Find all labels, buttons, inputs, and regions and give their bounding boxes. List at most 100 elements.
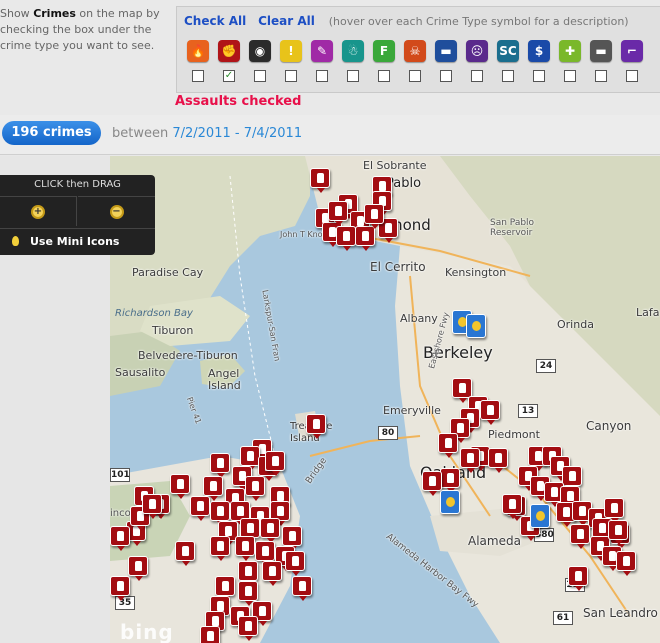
instructions-text: Show Crimes on the map by checking the b… xyxy=(0,7,160,52)
disturbing-peace-icon[interactable]: ! xyxy=(280,40,302,62)
crime-types-panel: Check All Clear All (hover over each Cri… xyxy=(176,6,660,93)
map-control-panel: CLICK then DRAG + − Use Mini Icons xyxy=(0,175,155,255)
assault-pin[interactable] xyxy=(215,576,235,601)
assault-pin[interactable] xyxy=(238,616,258,641)
assault-pin[interactable] xyxy=(570,524,590,549)
assault-pin[interactable] xyxy=(336,226,356,251)
crime-type-checkbox[interactable] xyxy=(378,70,390,82)
assault-pin[interactable] xyxy=(260,518,280,543)
assault-pin[interactable] xyxy=(355,226,375,251)
crime-type-checkbox[interactable] xyxy=(626,70,638,82)
police-station-marker[interactable] xyxy=(440,490,460,514)
crime-type-checkbox[interactable] xyxy=(533,70,545,82)
vandalism-spray-icon[interactable]: ✚ xyxy=(559,40,581,62)
select-links: Check All Clear All (hover over each Cri… xyxy=(184,14,629,28)
label-alameda: Alameda xyxy=(468,534,521,548)
assault-pin[interactable] xyxy=(240,446,260,471)
burglary-mask-icon[interactable]: ◉ xyxy=(249,40,271,62)
zoom-in-icon: + xyxy=(31,204,45,219)
motor-vehicle-theft-icon[interactable]: ▬ xyxy=(435,40,457,62)
assault-pin[interactable] xyxy=(245,476,265,501)
assault-pin[interactable] xyxy=(562,466,582,491)
label-angel-island: Angel Island xyxy=(208,367,241,392)
crime-type-checkbox[interactable] xyxy=(347,70,359,82)
arson-flame-icon[interactable]: 🔥 xyxy=(187,40,209,62)
assault-pin[interactable] xyxy=(128,556,148,581)
assault-pin[interactable] xyxy=(240,518,260,543)
crime-type-checkbox[interactable] xyxy=(409,70,421,82)
assault-pin[interactable] xyxy=(175,541,195,566)
zoom-in-button[interactable]: + xyxy=(0,196,77,226)
dui-icon[interactable]: ☃ xyxy=(342,40,364,62)
vehicle-break-in-icon[interactable]: ▬ xyxy=(590,40,612,62)
drag-hint: CLICK then DRAG xyxy=(34,179,121,190)
use-mini-icons-toggle[interactable]: Use Mini Icons xyxy=(0,228,155,254)
crime-type-checkbox[interactable] xyxy=(471,70,483,82)
assault-pin[interactable] xyxy=(262,561,282,586)
sex-crimes-icon[interactable]: SC xyxy=(497,40,519,62)
highway-shield: 61 xyxy=(553,611,573,625)
crime-type-checkbox[interactable] xyxy=(285,70,297,82)
assault-pin[interactable] xyxy=(480,400,500,425)
assault-pin[interactable] xyxy=(440,468,460,493)
assault-pin[interactable] xyxy=(460,448,480,473)
crime-type-checkbox[interactable] xyxy=(564,70,576,82)
crime-type-checkbox[interactable]: ✓ xyxy=(223,70,235,82)
theft-dollar-icon[interactable]: $ xyxy=(528,40,550,62)
assault-pin[interactable] xyxy=(170,474,190,499)
assault-pin[interactable] xyxy=(235,536,255,561)
fraud-icon[interactable]: F xyxy=(373,40,395,62)
crime-type-checkbox[interactable] xyxy=(595,70,607,82)
assault-fist-icon[interactable]: ✊ xyxy=(218,40,240,62)
assault-pin[interactable] xyxy=(210,536,230,561)
zoom-out-button[interactable]: − xyxy=(78,196,155,226)
date-range-link[interactable]: 7/2/2011 - 7/4/2011 xyxy=(172,126,302,141)
crime-type-checkbox[interactable] xyxy=(316,70,328,82)
label-emeryville: Emeryville xyxy=(383,404,441,417)
assault-pin[interactable] xyxy=(210,501,230,526)
assault-pin[interactable] xyxy=(364,204,384,229)
assault-pin[interactable] xyxy=(568,566,588,591)
crime-type-checkbox[interactable] xyxy=(502,70,514,82)
label-belvedere: Belvedere-Tiburon xyxy=(138,349,238,362)
assault-pin[interactable] xyxy=(200,626,220,643)
assault-pin[interactable] xyxy=(282,526,302,551)
bing-logo: bing xyxy=(120,620,174,643)
assault-pin[interactable] xyxy=(142,494,162,519)
weapons-gun-icon[interactable]: ⌐ xyxy=(621,40,643,62)
assault-pin[interactable] xyxy=(285,551,305,576)
assault-pin[interactable] xyxy=(452,378,472,403)
assault-pin[interactable] xyxy=(110,576,130,601)
police-station-marker[interactable] xyxy=(530,504,550,528)
crime-type-checkbox[interactable] xyxy=(254,70,266,82)
assault-pin[interactable] xyxy=(238,561,258,586)
highway-shield: 24 xyxy=(536,359,556,373)
assault-pin[interactable] xyxy=(210,453,230,478)
drugs-syringe-icon[interactable]: ✎ xyxy=(311,40,333,62)
police-station-marker[interactable] xyxy=(466,314,486,338)
assault-pin[interactable] xyxy=(255,541,275,566)
assault-pin[interactable] xyxy=(306,414,326,439)
assault-pin[interactable] xyxy=(328,201,348,226)
assault-pin[interactable] xyxy=(110,526,130,551)
homicide-icon[interactable]: ☠ xyxy=(404,40,426,62)
crime-type-checkbox[interactable] xyxy=(440,70,452,82)
assault-pin[interactable] xyxy=(310,168,330,193)
assault-pin[interactable] xyxy=(502,494,522,519)
assault-pin[interactable] xyxy=(438,433,458,458)
assault-pin[interactable] xyxy=(292,576,312,601)
robbery-skull-icon[interactable]: ☹ xyxy=(466,40,488,62)
clear-all-link[interactable]: Clear All xyxy=(258,14,315,28)
assault-pin[interactable] xyxy=(238,581,258,606)
assault-pin[interactable] xyxy=(422,471,442,496)
check-all-link[interactable]: Check All xyxy=(184,14,246,28)
crime-type-checkbox[interactable] xyxy=(192,70,204,82)
assault-pin[interactable] xyxy=(488,448,508,473)
assault-pin[interactable] xyxy=(203,476,223,501)
map-canvas[interactable]: El Sobrante Pablo mond El Cerrito Kensin… xyxy=(110,156,660,643)
assault-pin[interactable] xyxy=(616,551,636,576)
assault-pin[interactable] xyxy=(190,496,210,521)
assault-pin[interactable] xyxy=(608,520,628,545)
assault-pin[interactable] xyxy=(604,498,624,523)
assault-pin[interactable] xyxy=(265,451,285,476)
